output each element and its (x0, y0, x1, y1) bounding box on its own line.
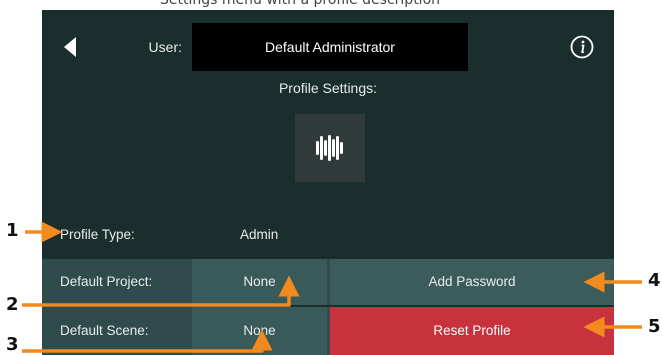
info-icon (570, 35, 594, 59)
figure-caption-text: Settings menu with a profile description (160, 0, 441, 8)
default-scene-label: Default Scene: (60, 323, 149, 338)
back-button[interactable] (60, 36, 82, 58)
top-bar: User: Default Administrator (42, 23, 614, 71)
profile-settings-title: Profile Settings: (278, 80, 378, 96)
reset-profile-button[interactable]: Reset Profile (330, 307, 614, 355)
info-button[interactable] (570, 35, 594, 59)
callout-number-3: 3 (6, 334, 19, 355)
back-triangle-icon (64, 37, 76, 57)
profile-avatar[interactable] (295, 114, 365, 182)
figure-caption-clipped: Settings menu with a profile description (0, 0, 662, 10)
profile-settings-screen: User: Default Administrator Profile Sett… (42, 10, 614, 355)
default-project-label: Default Project: (60, 274, 153, 289)
callout-number-2: 2 (6, 294, 19, 315)
callout-number-5: 5 (648, 316, 661, 337)
user-label: User: (148, 39, 182, 55)
callout-number-4: 4 (648, 270, 661, 291)
add-password-button[interactable]: Add Password (330, 259, 614, 305)
documentation-figure: Settings menu with a profile description… (0, 0, 662, 355)
callout-number-1: 1 (6, 220, 19, 241)
user-select-field[interactable]: Default Administrator (192, 23, 468, 71)
default-project-select[interactable]: None (192, 259, 327, 305)
presonus-logo-icon (316, 135, 343, 161)
profile-type-value: Admin (240, 227, 279, 242)
profile-type-label: Profile Type: (60, 227, 135, 242)
default-scene-select[interactable]: None (192, 307, 327, 355)
